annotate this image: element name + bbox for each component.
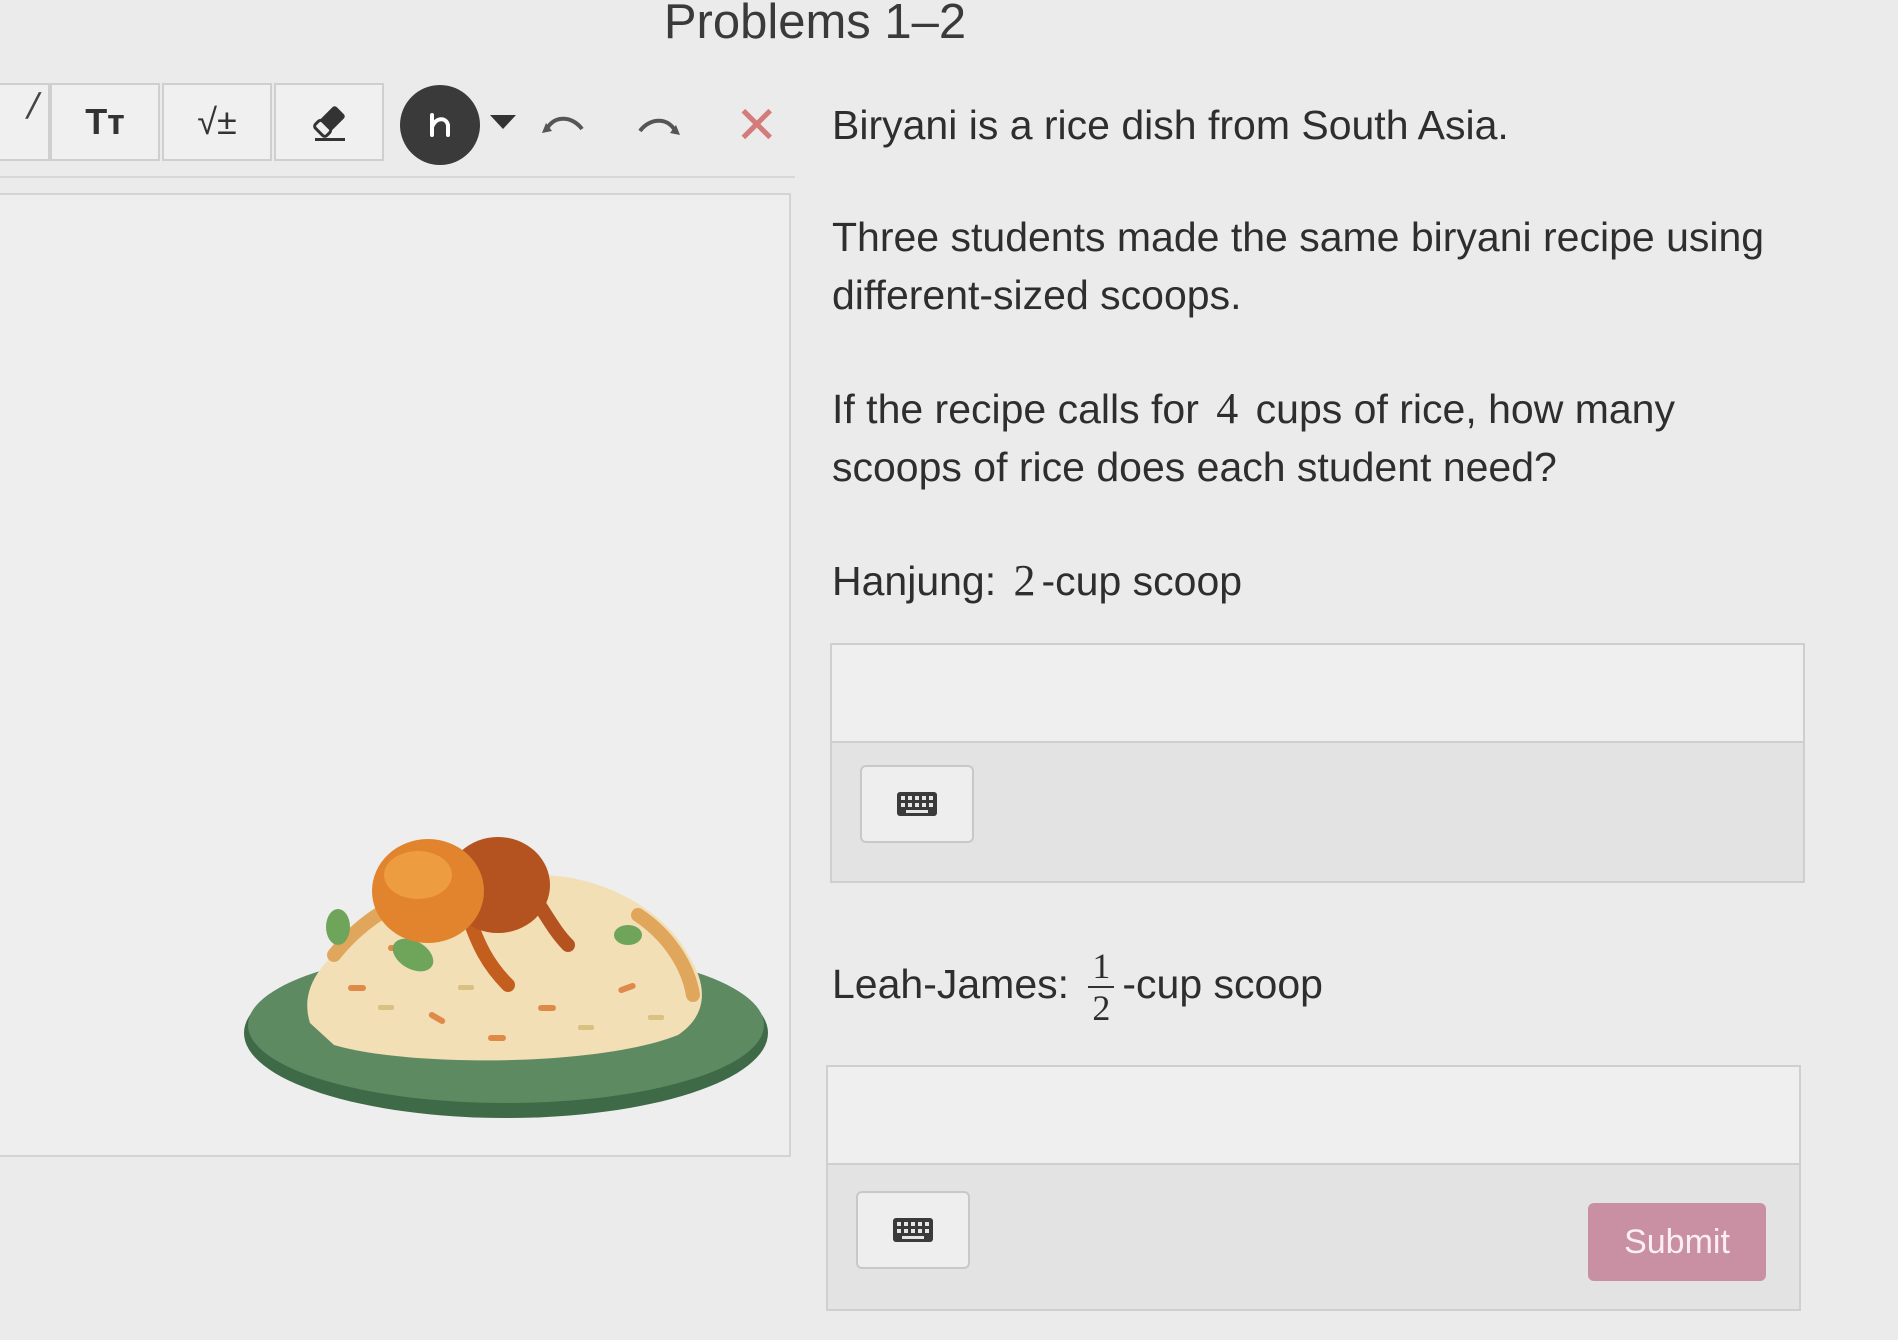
- submit-button[interactable]: Submit: [1588, 1203, 1766, 1281]
- keyboard-icon: [893, 1218, 933, 1242]
- undo-icon[interactable]: [542, 111, 586, 135]
- pencil-icon: ╱: [26, 93, 40, 118]
- pen-icon: [430, 113, 450, 137]
- student-1-keyboard-button[interactable]: [860, 765, 974, 843]
- student-2-unit: -cup scoop: [1122, 960, 1323, 1007]
- student-1-answer-box: [830, 643, 1805, 883]
- student-2-label: Leah-James: 1 2 -cup scoop: [832, 946, 1323, 1028]
- student-1-unit: -cup scoop: [1041, 558, 1243, 604]
- question-text-before: If the recipe calls for: [832, 386, 1211, 432]
- biryani-illustration: [244, 837, 768, 1118]
- toolbar-divider: [0, 176, 795, 178]
- student-2-scoop-fraction: 12: [1088, 946, 1115, 1028]
- math-button[interactable]: √±: [162, 83, 272, 161]
- text-size-icon: Tт: [85, 101, 125, 142]
- question-number: 4: [1216, 384, 1239, 433]
- text-size-button[interactable]: Tт: [50, 83, 160, 161]
- student-1-scoop-size: 2: [1013, 556, 1036, 605]
- fraction-numerator: 1: [1088, 946, 1115, 988]
- student-1-label: Hanjung: 2 -cup scoop: [832, 552, 1242, 610]
- page-title: Problems 1–2: [663, 0, 967, 49]
- eraser-icon: [313, 106, 345, 141]
- problem-intro: Biryani is a rice dish from South Asia.: [832, 102, 1509, 148]
- eraser-button[interactable]: [274, 83, 384, 161]
- keyboard-icon: [897, 792, 937, 816]
- problem-question: If the recipe calls for 4 cups of rice, …: [832, 380, 1812, 496]
- chevron-down-icon[interactable]: [488, 113, 518, 133]
- close-icon[interactable]: ✕: [735, 100, 779, 152]
- fraction-denominator: 2: [1092, 988, 1111, 1028]
- student-2-answer-input[interactable]: [828, 1067, 1799, 1165]
- student-2-name: Leah-James:: [832, 960, 1081, 1007]
- student-1-name: Hanjung:: [832, 558, 1008, 604]
- pen-color-button[interactable]: [400, 85, 480, 165]
- math-icon: √±: [197, 101, 237, 142]
- pen-tool-button[interactable]: ╱: [0, 83, 50, 161]
- student-2-keyboard-button[interactable]: [856, 1191, 970, 1269]
- redo-icon[interactable]: [636, 113, 680, 137]
- student-1-answer-input[interactable]: [832, 645, 1803, 743]
- problem-context: Three students made the same biryani rec…: [832, 214, 1765, 318]
